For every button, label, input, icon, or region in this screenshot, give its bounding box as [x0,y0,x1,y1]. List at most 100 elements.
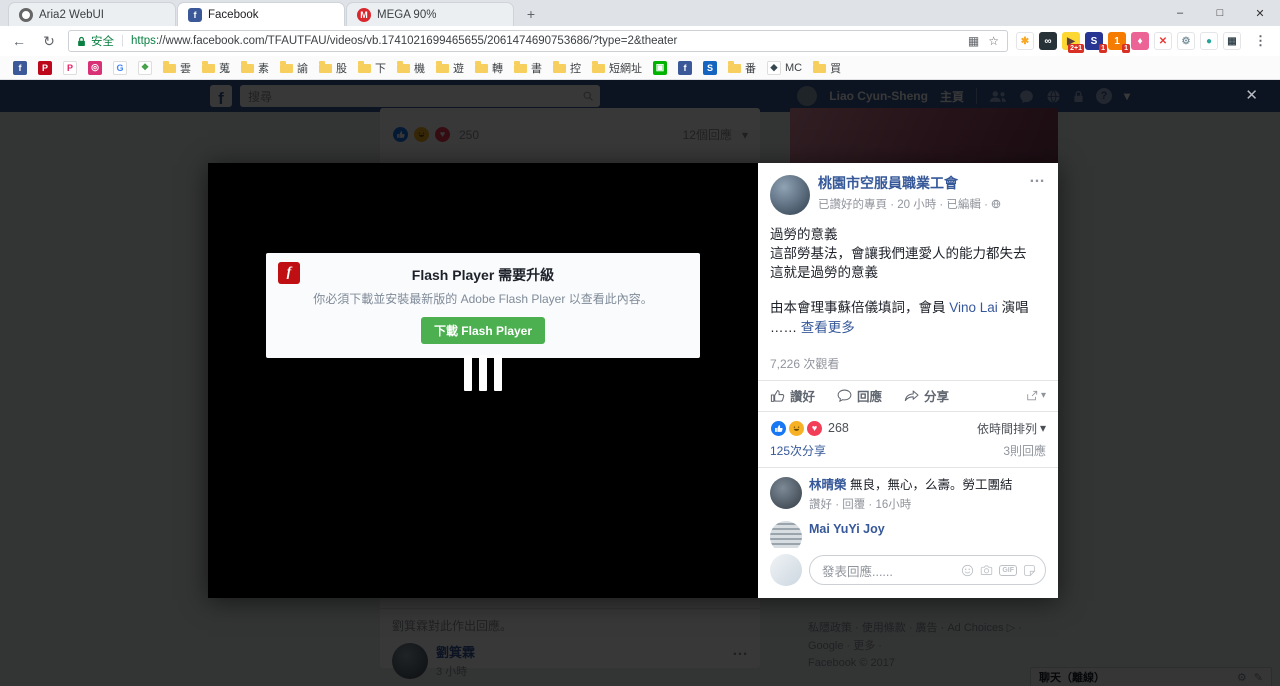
post-text-line: 這就是過勞的意義 [770,263,1046,282]
bookmark-item[interactable]: 短網址 [587,60,647,76]
extension-icon[interactable]: 11 [1108,32,1126,50]
gif-icon[interactable]: GIF [999,565,1017,576]
bookmark-label: 股 [336,60,347,76]
browser-tab[interactable]: fFacebook [177,2,345,26]
extension-icon[interactable]: ✕ [1154,32,1172,50]
flash-upgrade-notice: f Flash Player 需要升級 你必須下載並安裝最新版的 Adobe F… [266,253,700,358]
extension-icon[interactable]: ∞ [1039,32,1057,50]
bookmark-favicon: ❖ [138,61,152,75]
extension-icon[interactable]: ⚙ [1177,32,1195,50]
browser-window: Aria2 WebUIfFacebookMMEGA 90% + – □ ✕ ← … [0,0,1280,686]
bookmark-item[interactable]: 蒐 [197,60,235,76]
bookmark-label: 番 [745,60,756,76]
browser-tab[interactable]: Aria2 WebUI [8,2,176,26]
extension-icon[interactable]: ♦ [1131,32,1149,50]
video-player[interactable]: f Flash Player 需要升級 你必須下載並安裝最新版的 Adobe F… [208,163,758,598]
page-action-icon[interactable]: ▦ [968,34,979,48]
bookmark-item[interactable]: 書 [509,60,547,76]
bookmark-item[interactable]: ◆MC [762,61,807,75]
singer-profile-link[interactable]: Vino Lai [949,300,998,315]
bookmark-item[interactable]: f [673,61,697,75]
bookmark-item[interactable]: 機 [392,60,430,76]
bookmark-item[interactable]: ❖ [133,61,157,75]
secure-lock-icon [77,36,86,47]
page-avatar[interactable] [770,175,810,215]
sticker-icon[interactable] [1023,564,1036,577]
bookmark-label: 遊 [453,60,464,76]
new-tab-button[interactable]: + [519,4,543,24]
extensions-area: ✱ ∞ ▶2+1 S1 11 ♦ ✕ ⚙ ● ▦ [1016,32,1241,50]
close-window-button[interactable]: ✕ [1240,0,1280,26]
bookmark-item[interactable]: 番 [723,60,761,76]
bookmark-item[interactable]: P [58,61,82,75]
bookmark-item[interactable]: S [698,61,722,75]
privacy-globe-icon [991,199,1001,209]
commenter-avatar[interactable] [770,521,802,548]
extension-icon[interactable]: S1 [1085,32,1103,50]
bookmark-item[interactable]: f [8,61,32,75]
browser-toolbar: ← ↻ 安全 | https://www.facebook.com/TFAUTF… [0,26,1280,56]
commenter-name-link[interactable]: 林晴榮 [809,478,847,492]
bookmark-label: 素 [258,60,269,76]
bookmark-item[interactable]: G [108,61,132,75]
browser-tab[interactable]: MMEGA 90% [346,2,514,26]
reaction-count-link[interactable]: 268 [828,421,849,435]
minimize-button[interactable]: – [1160,0,1200,26]
post-text-line: 過勞的意義 [770,225,1046,244]
bookmark-label: 買 [830,60,841,76]
folder-icon [358,64,371,73]
extension-icon[interactable]: ● [1200,32,1218,50]
bookmark-item[interactable]: ▣ [648,61,672,75]
address-bar[interactable]: 安全 | https://www.facebook.com/TFAUTFAU/v… [68,30,1008,52]
comment-button[interactable]: 回應 [837,386,882,405]
camera-icon[interactable] [980,564,993,577]
commenter-avatar[interactable] [770,477,802,509]
see-more-link[interactable]: 查看更多 [801,320,855,335]
page-name-link[interactable]: 桃園市空服員職業工會 [818,175,1001,193]
bookmark-item[interactable]: 買 [808,60,846,76]
comment-sort-dropdown[interactable]: 依時間排列 ▾ [977,420,1046,437]
extension-icon[interactable]: ✱ [1016,32,1034,50]
browser-menu-icon[interactable]: ⋮ [1249,33,1272,49]
extension-icon[interactable]: ▦ [1223,32,1241,50]
emoji-icon[interactable] [961,564,974,577]
bookmark-item[interactable]: ◎ [83,61,107,75]
bookmark-favicon: f [678,61,692,75]
download-flash-button[interactable]: 下載 Flash Player [421,317,545,344]
extension-icon[interactable]: ▶2+1 [1062,32,1080,50]
like-button[interactable]: 讚好 [770,386,815,405]
comment-item: Mai YuYi Joy [770,521,1046,548]
close-theater-button[interactable]: ✕ [1245,88,1258,103]
post-menu-button[interactable]: … [1029,169,1046,187]
post-text-gap [770,282,1046,298]
bookmark-item[interactable]: 股 [314,60,352,76]
maximize-button[interactable]: □ [1200,0,1240,26]
bookmark-item[interactable]: 遊 [431,60,469,76]
share-button[interactable]: 分享 [904,386,949,405]
bookmark-item[interactable]: 雲 [158,60,196,76]
bookmark-favicon: ◎ [88,61,102,75]
bookmark-label: 諭 [297,60,308,76]
bookmark-item[interactable]: 下 [353,60,391,76]
comment-count-link[interactable]: 3則回應 [1003,442,1046,459]
extension-badge: 1 [1122,44,1130,53]
bookmark-item[interactable]: 轉 [470,60,508,76]
bookmark-item[interactable]: 控 [548,60,586,76]
back-button[interactable]: ← [8,33,30,49]
bookmark-star-icon[interactable]: ☆ [988,34,999,48]
bookmark-item[interactable]: 諭 [275,60,313,76]
post-credit-line: 由本會理事蘇倍儀填詞，會員 Vino Lai 演唱 [770,298,1046,317]
post-text: 過勞的意義這部勞基法，會讓我們連愛人的能力都失去這就是過勞的意義 由本會理事蘇倍… [758,219,1058,345]
share-count-link[interactable]: 125次分享 [770,442,826,459]
bookmark-label: 書 [531,60,542,76]
share-options-button[interactable]: ▾ [1026,390,1046,402]
comment-input[interactable]: 發表回應...... GIF [809,555,1046,585]
bookmark-label: 機 [414,60,425,76]
security-label[interactable]: 安全 [91,33,114,49]
bookmark-item[interactable]: 素 [236,60,274,76]
folder-icon [592,64,605,73]
comment-actions[interactable]: 讚好 · 回覆 · 16小時 [809,496,1013,512]
bookmark-item[interactable]: P [33,61,57,75]
reload-button[interactable]: ↻ [38,33,60,50]
commenter-name-link[interactable]: Mai YuYi Joy [809,522,885,536]
